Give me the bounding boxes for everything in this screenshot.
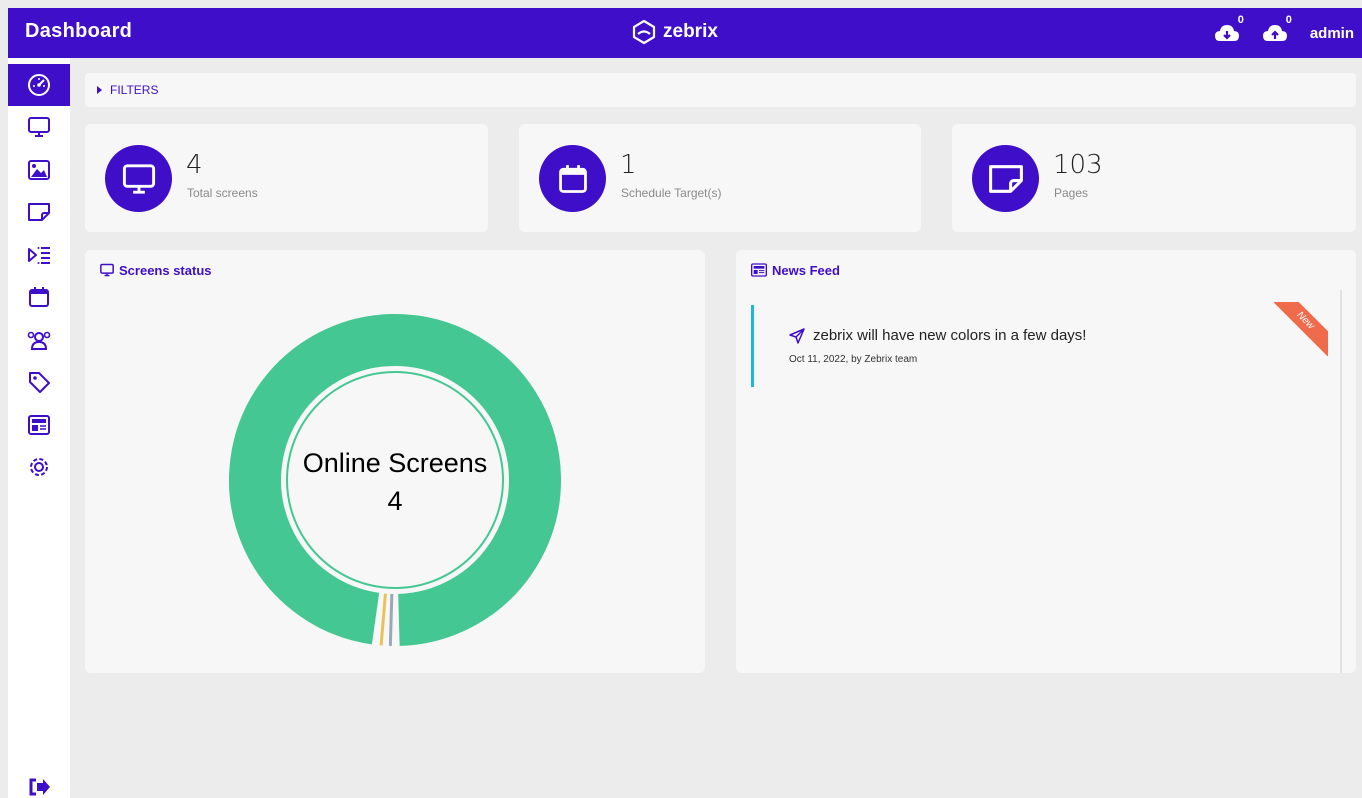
sidebar-item-schedule[interactable]: [8, 276, 70, 318]
upload-button[interactable]: 0: [1262, 14, 1292, 46]
news-headline-text: zebrix will have new colors in a few day…: [813, 327, 1087, 344]
page-icon: [988, 164, 1023, 193]
download-button[interactable]: 0: [1214, 14, 1244, 46]
stat-card-screens: 4 Total screens: [85, 124, 488, 232]
tag-icon: [29, 372, 50, 393]
stat-value: 103: [1053, 150, 1103, 180]
logout-icon: [29, 778, 50, 796]
upload-count: 0: [1285, 14, 1292, 26]
stat-value: 1: [620, 150, 637, 180]
gauge-icon: [28, 74, 50, 96]
brand-name: zebrix: [663, 21, 718, 42]
news-meta: Oct 11, 2022, by Zebrix team: [789, 354, 918, 365]
page-title: Dashboard: [25, 20, 133, 42]
sidebar-item-dashboard[interactable]: [8, 64, 70, 106]
cloud-download-icon: [1214, 25, 1239, 41]
donut-center-label: Online Screens: [302, 448, 488, 478]
filters-label: FILTERS: [110, 83, 159, 97]
donut-slice-online[interactable]: [229, 314, 561, 646]
filters-toggle[interactable]: FILTERS: [85, 73, 1356, 107]
brand-logo: zebrix: [631, 19, 718, 45]
image-icon: [28, 160, 50, 180]
playlist-icon: [28, 247, 50, 264]
stat-value: 4: [186, 150, 203, 180]
sidebar-item-screens[interactable]: [8, 106, 70, 148]
sidebar-item-pages[interactable]: [8, 191, 70, 233]
newspaper-icon: [28, 415, 50, 435]
new-badge: New: [1274, 302, 1328, 356]
donut-slice-unknown[interactable]: [388, 593, 394, 646]
newspaper-icon: [751, 263, 767, 277]
sidebar: [8, 58, 70, 798]
donut-inner-ring: [286, 371, 504, 589]
stat-card-schedule: 1 Schedule Target(s): [519, 124, 921, 232]
donut-center-value: 4: [387, 486, 403, 516]
news-headline: zebrix will have new colors in a few day…: [789, 327, 1086, 344]
sidebar-item-settings[interactable]: [8, 446, 70, 488]
stat-icon-circle: [105, 145, 172, 212]
news-scrollbar[interactable]: [1340, 290, 1342, 673]
cloud-upload-icon: [1262, 25, 1287, 41]
sidebar-item-media[interactable]: [8, 149, 70, 191]
sidebar-item-playlists[interactable]: [8, 234, 70, 276]
zebrix-logo-icon: [632, 19, 656, 45]
monitor-icon: [100, 263, 114, 277]
screens-status-panel: Screens status Online Screens 4: [85, 250, 705, 673]
news-item[interactable]: zebrix will have new colors in a few day…: [751, 305, 1331, 387]
top-bar: Dashboard zebrix 0 0 admin: [8, 8, 1362, 58]
paper-plane-icon: [789, 327, 805, 344]
panel-title-text: News Feed: [772, 262, 840, 278]
calendar-icon: [29, 287, 49, 307]
stat-label: Schedule Target(s): [621, 186, 722, 200]
stat-label: Total screens: [187, 186, 258, 200]
screens-donut-chart: Online Screens 4: [229, 314, 561, 646]
monitor-icon: [28, 117, 50, 137]
users-icon: [27, 331, 51, 350]
news-feed-panel: News Feed zebrix will have new colors in…: [736, 250, 1356, 673]
user-menu[interactable]: admin: [1310, 25, 1354, 42]
page-icon: [28, 203, 50, 221]
download-count: 0: [1237, 14, 1244, 26]
sidebar-item-news[interactable]: [8, 404, 70, 446]
stat-icon-circle: [539, 145, 606, 212]
panel-title: Screens status: [99, 262, 212, 278]
new-ribbon: New: [1274, 302, 1328, 356]
caret-right-icon: [97, 86, 102, 94]
sidebar-item-tags[interactable]: [8, 361, 70, 403]
donut-slice-offline[interactable]: [379, 593, 387, 646]
gear-icon: [30, 458, 48, 476]
panel-title-text: Screens status: [119, 262, 212, 278]
calendar-icon: [558, 164, 587, 193]
logout-button[interactable]: [8, 766, 70, 798]
sidebar-item-users[interactable]: [8, 319, 70, 361]
donut-svg: [229, 314, 561, 646]
monitor-icon: [122, 163, 155, 194]
stat-label: Pages: [1054, 186, 1089, 200]
stat-icon-circle: [972, 145, 1039, 212]
panel-title: News Feed: [750, 262, 840, 278]
stat-card-pages: 103 Pages: [952, 124, 1356, 232]
